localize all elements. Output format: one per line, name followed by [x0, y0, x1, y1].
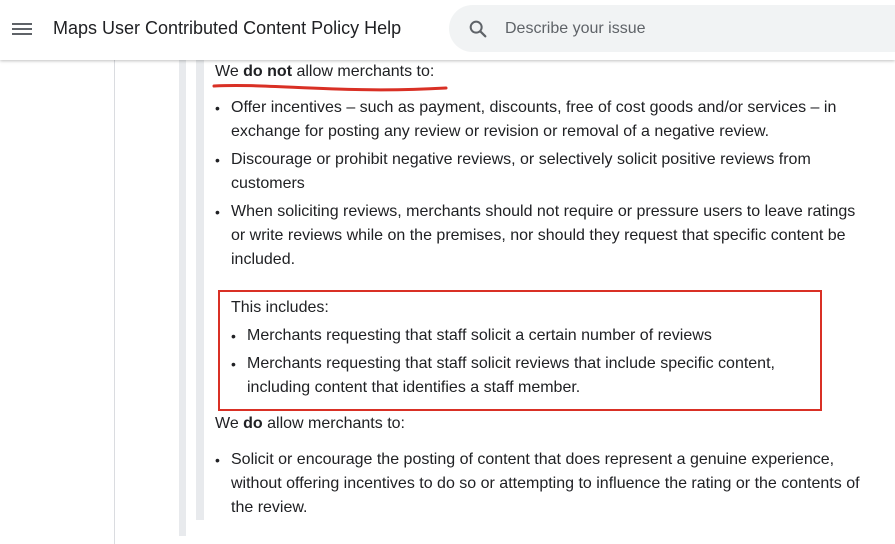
do-allow-list: Solicit or encourage the posting of cont… — [215, 448, 865, 524]
list-item: When soliciting reviews, merchants shoul… — [215, 200, 865, 272]
includes-list: Merchants requesting that staff solicit … — [231, 324, 811, 404]
do-allow-heading: We do allow merchants to: — [215, 415, 405, 432]
red-underline-annotation — [212, 83, 448, 92]
do-emphasis: do — [243, 415, 263, 432]
app-title[interactable]: Maps User Contributed Content Policy Hel… — [53, 18, 401, 39]
nested-quote-bar-outer — [179, 60, 186, 536]
search-input[interactable] — [505, 17, 885, 41]
list-item: Merchants requesting that staff solicit … — [231, 352, 811, 400]
do-not-list: Offer incentives – such as payment, disc… — [215, 96, 865, 276]
menu-icon[interactable] — [10, 17, 34, 41]
list-item: Offer incentives – such as payment, disc… — [215, 96, 865, 144]
sidebar-divider — [114, 60, 115, 544]
list-item: Discourage or prohibit negative reviews,… — [215, 148, 865, 196]
nested-quote-bar-inner — [196, 60, 204, 520]
search-icon[interactable] — [467, 18, 489, 40]
includes-heading: This includes: — [231, 299, 329, 316]
do-not-emphasis: do not — [243, 63, 293, 80]
list-item: Merchants requesting that staff solicit … — [231, 324, 811, 348]
app-header: Maps User Contributed Content Policy Hel… — [0, 0, 895, 60]
search-bar[interactable] — [449, 5, 895, 52]
list-item: Solicit or encourage the posting of cont… — [215, 448, 865, 520]
